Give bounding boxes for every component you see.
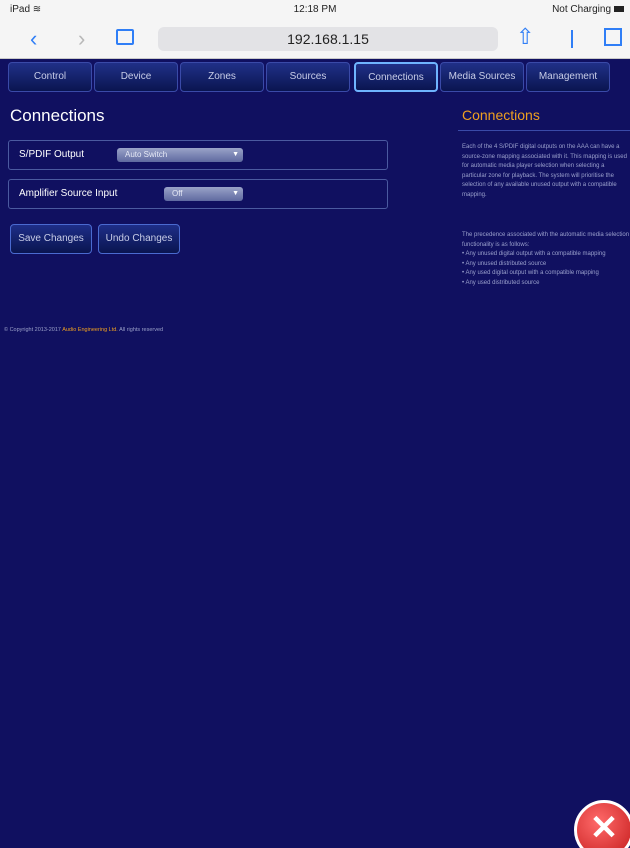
battery-status: Not Charging <box>552 4 624 15</box>
list-item: • Any unused distributed source <box>462 260 547 267</box>
tab-management[interactable]: Management <box>526 62 610 92</box>
spdif-output-label: S/PDIF Output <box>19 149 85 160</box>
page-title: Connections <box>10 106 105 125</box>
clock: 12:18 PM <box>293 4 337 15</box>
undo-changes-button[interactable]: Undo Changes <box>98 224 180 254</box>
help-precedence: The precedence associated with the autom… <box>462 231 630 288</box>
address-bar[interactable]: 192.168.1.15 ↻ <box>158 27 498 51</box>
main-nav: Control Device Zones Sources Connections… <box>0 60 630 94</box>
list-item: • Any used digital output with a compati… <box>462 270 599 276</box>
safari-toolbar: ‹ › 192.168.1.15 ↻ ⇧ <box>0 20 630 59</box>
amplifier-source-select[interactable]: Off ▼ <box>164 187 243 201</box>
tab-device[interactable]: Device <box>94 62 178 92</box>
spdif-output-value: Auto Switch <box>125 150 168 159</box>
help-paragraph: Each of the 4 S/PDIF digital outputs on … <box>462 144 627 198</box>
amplifier-source-value: Off <box>172 189 183 198</box>
url-text: 192.168.1.15 <box>287 31 369 47</box>
amplifier-source-label: Amplifier Source Input <box>19 188 118 199</box>
tab-media-sources[interactable]: Media Sources <box>440 62 524 92</box>
dropdown-arrow-icon: ▼ <box>232 151 239 158</box>
help-paragraph: The precedence associated with the autom… <box>462 232 630 248</box>
list-item: • Any used distributed source <box>462 279 540 286</box>
help-title: Connections <box>462 107 540 123</box>
save-changes-button[interactable]: Save Changes <box>10 224 92 254</box>
help-divider <box>458 130 630 131</box>
bookmarks-icon[interactable] <box>116 29 134 45</box>
tab-zones[interactable]: Zones <box>180 62 264 92</box>
tab-connections[interactable]: Connections <box>354 62 438 92</box>
battery-icon <box>614 6 624 13</box>
help-list: • Any unused digital output with a compa… <box>462 250 630 288</box>
list-item: • Any unused digital output with a compa… <box>462 251 606 257</box>
spdif-output-select[interactable]: Auto Switch ▼ <box>117 148 243 162</box>
close-icon[interactable]: ✕ <box>574 800 630 848</box>
ipad-screen: iPad ≋ 12:18 PM Not Charging ‹ › 192.168… <box>0 0 630 848</box>
tab-control[interactable]: Control <box>8 62 92 92</box>
forward-icon[interactable]: › <box>78 28 85 50</box>
tab-sources[interactable]: Sources <box>266 62 350 92</box>
back-icon[interactable]: ‹ <box>30 28 37 50</box>
spdif-output-row: S/PDIF Output Auto Switch ▼ <box>8 140 388 170</box>
dropdown-arrow-icon: ▼ <box>232 190 239 197</box>
toolbar-divider <box>571 30 573 48</box>
copyright-footer: © Copyright 2013-2017 Audio Engineering … <box>4 327 164 333</box>
status-bar: iPad ≋ 12:18 PM Not Charging <box>0 0 630 20</box>
company-link[interactable]: Audio Engineering Ltd. <box>62 327 118 333</box>
share-icon[interactable]: ⇧ <box>516 26 534 48</box>
amplifier-source-row: Amplifier Source Input Off ▼ <box>8 179 388 209</box>
tabs-icon[interactable] <box>604 28 622 46</box>
